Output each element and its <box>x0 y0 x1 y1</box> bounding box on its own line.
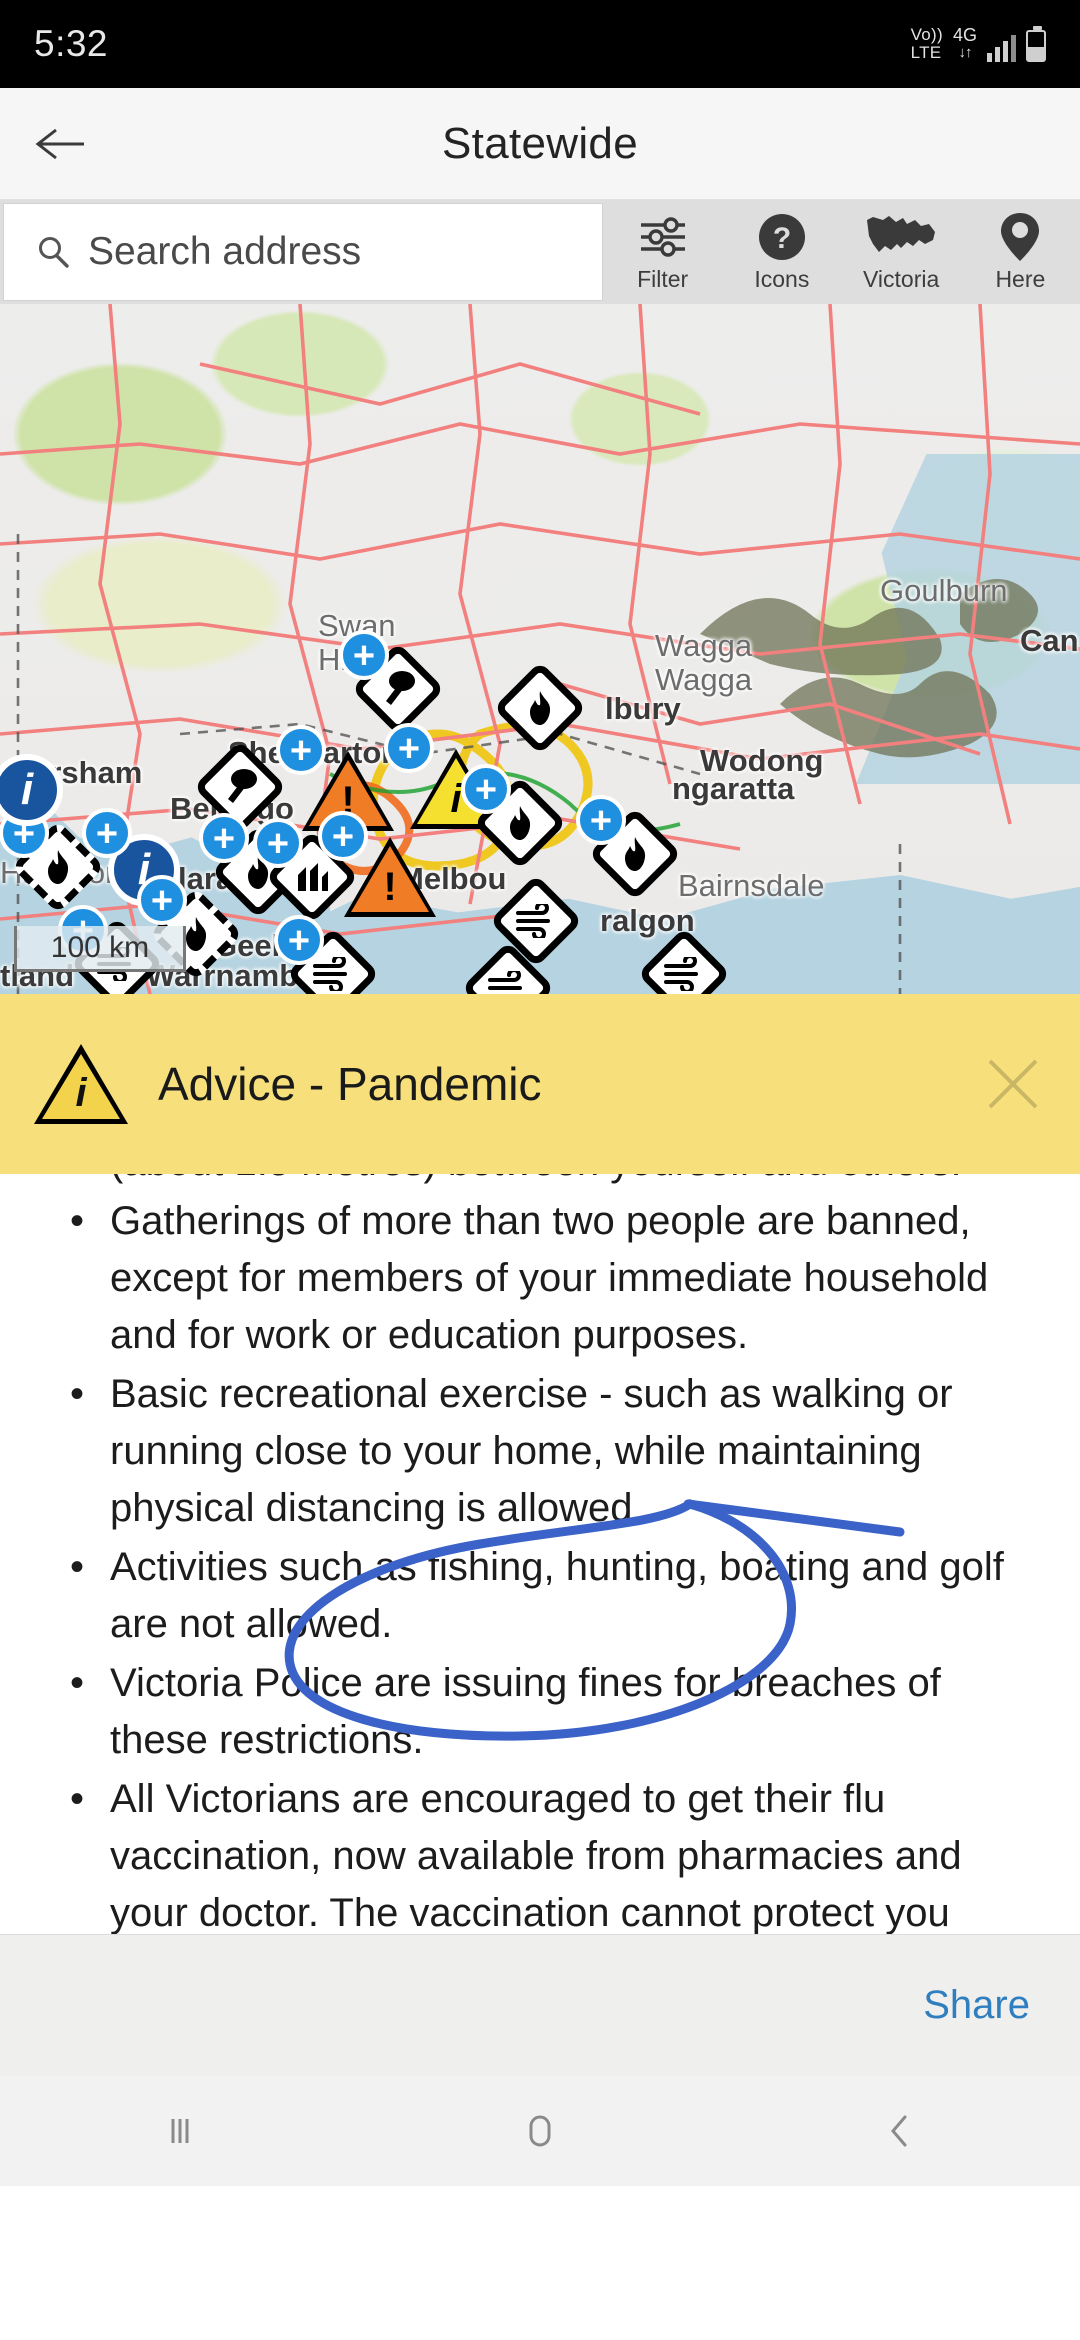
search-icon <box>39 237 69 268</box>
tool-here[interactable]: Here <box>961 200 1080 304</box>
add-marker-badge-icon[interactable]: + <box>339 630 389 680</box>
advice-item: Victoria Police are issuing fines for br… <box>70 1655 1036 1769</box>
volte-line2: LTE <box>910 43 942 62</box>
sliders-icon <box>637 212 689 262</box>
page-title: Statewide <box>442 118 638 168</box>
map-label: Wagga Wagga <box>655 628 753 697</box>
share-button[interactable]: Share <box>923 1983 1030 2028</box>
add-marker-badge-icon[interactable]: + <box>276 725 326 775</box>
tool-filter-label: Filter <box>637 265 689 292</box>
map-marker-fire[interactable]: + <box>461 764 567 870</box>
back-arrow-icon[interactable] <box>0 124 120 164</box>
data-arrows-icon: ↓↑ <box>958 44 972 61</box>
home-icon[interactable] <box>518 2109 562 2153</box>
app-bar: Statewide <box>0 88 1080 200</box>
advice-item: All Victorians are encouraged to get the… <box>70 1771 1036 1934</box>
advice-banner-title: Advice - Pandemic <box>158 1058 542 1110</box>
tool-victoria[interactable]: Victoria <box>842 200 961 304</box>
add-marker-badge-icon[interactable]: + <box>137 875 187 925</box>
add-marker-badge-icon[interactable]: + <box>318 811 368 861</box>
search-input[interactable]: Search address <box>3 203 603 301</box>
status-time: 5:32 <box>34 23 109 64</box>
map-label: Goulburn <box>880 573 1008 608</box>
add-marker-badge-icon[interactable]: + <box>199 813 249 863</box>
network-indicator: 4G ↓↑ <box>953 26 977 62</box>
add-marker-badge-icon[interactable]: + <box>82 808 132 858</box>
tool-victoria-label: Victoria <box>862 265 940 292</box>
map-marker-fire[interactable] <box>493 661 587 755</box>
map-marker-wind[interactable] <box>637 927 731 994</box>
recents-icon[interactable] <box>158 2109 202 2153</box>
add-marker-badge-icon[interactable]: + <box>576 795 626 845</box>
map-scale-bar: 100 km <box>14 926 186 972</box>
fire-icon <box>493 661 587 755</box>
volte-indicator: Vo)) LTE <box>911 26 943 62</box>
add-marker-badge-icon[interactable]: + <box>253 818 303 868</box>
status-indicators: Vo)) LTE 4G ↓↑ <box>911 26 1046 62</box>
add-marker-badge-icon[interactable]: + <box>461 764 511 814</box>
system-nav-bar <box>0 2076 1080 2186</box>
advice-list: (about 1.5 metres) between yourself and … <box>0 1174 1080 1934</box>
battery-icon <box>1026 26 1046 62</box>
question-mark-circle-icon: ? <box>757 212 807 262</box>
app-screen: 5:32 Vo)) LTE 4G ↓↑ Statewide Search add… <box>0 0 1080 2340</box>
tool-icons[interactable]: ? Icons <box>722 200 841 304</box>
advice-body[interactable]: (about 1.5 metres) between yourself and … <box>0 1174 1080 1934</box>
search-placeholder: Search address <box>88 230 362 273</box>
back-icon[interactable] <box>878 2109 922 2153</box>
network-label: 4G <box>952 25 977 45</box>
advice-item: Activities such as fishing, hunting, boa… <box>70 1539 1036 1653</box>
advice-item: Gatherings of more than two people are b… <box>70 1193 1036 1364</box>
map-label: lbury <box>605 691 681 726</box>
tool-icons-label: Icons <box>754 265 810 292</box>
svg-text:?: ? <box>773 222 791 255</box>
tool-filter[interactable]: Filter <box>603 200 722 304</box>
tool-here-label: Here <box>995 265 1046 292</box>
advice-item: (about 1.5 metres) between yourself and … <box>110 1174 1036 1191</box>
map-label: Bairnsdale <box>678 868 825 903</box>
add-marker-badge-icon[interactable]: + <box>384 723 434 773</box>
map-view[interactable]: GoulburnCanWagga WaggalburySwan HillShep… <box>0 304 1080 994</box>
map-label: Can <box>1020 623 1079 658</box>
map-marker-storm-tree[interactable]: + <box>339 630 445 736</box>
advice-item: Basic recreational exercise - such as wa… <box>70 1366 1036 1537</box>
signal-bars-icon <box>987 32 1016 62</box>
map-marker-wind[interactable] <box>461 941 555 994</box>
map-marker-fire[interactable]: + <box>576 795 682 901</box>
share-bar: Share <box>0 1934 1080 2076</box>
search-tools-row: Search address Filter ? Icons Victoria H… <box>0 200 1080 304</box>
info-icon: i <box>0 754 63 826</box>
status-bar: 5:32 Vo)) LTE 4G ↓↑ <box>0 0 1080 88</box>
map-marker-wind[interactable] <box>489 874 583 968</box>
map-marker-warning[interactable]: ! + <box>318 811 436 917</box>
map-scale-label: 100 km <box>50 930 150 964</box>
map-marker-wind[interactable]: + <box>274 915 380 994</box>
map-marker-info[interactable]: i <box>0 754 63 826</box>
volte-line1: Vo)) <box>910 25 943 44</box>
map-pin-icon <box>998 212 1042 262</box>
advice-triangle-info-icon: i <box>34 1044 128 1124</box>
close-icon[interactable] <box>980 1051 1046 1117</box>
map-label: ngaratta <box>672 771 795 806</box>
victoria-state-shape-icon <box>863 212 939 262</box>
map-marker-storm-tree[interactable] <box>193 740 287 834</box>
add-marker-badge-icon[interactable]: + <box>274 915 324 965</box>
map-marker-fire[interactable]: + <box>0 808 105 914</box>
map-tools: Filter ? Icons Victoria Here <box>603 200 1080 304</box>
advice-banner[interactable]: i Advice - Pandemic <box>0 994 1080 1174</box>
